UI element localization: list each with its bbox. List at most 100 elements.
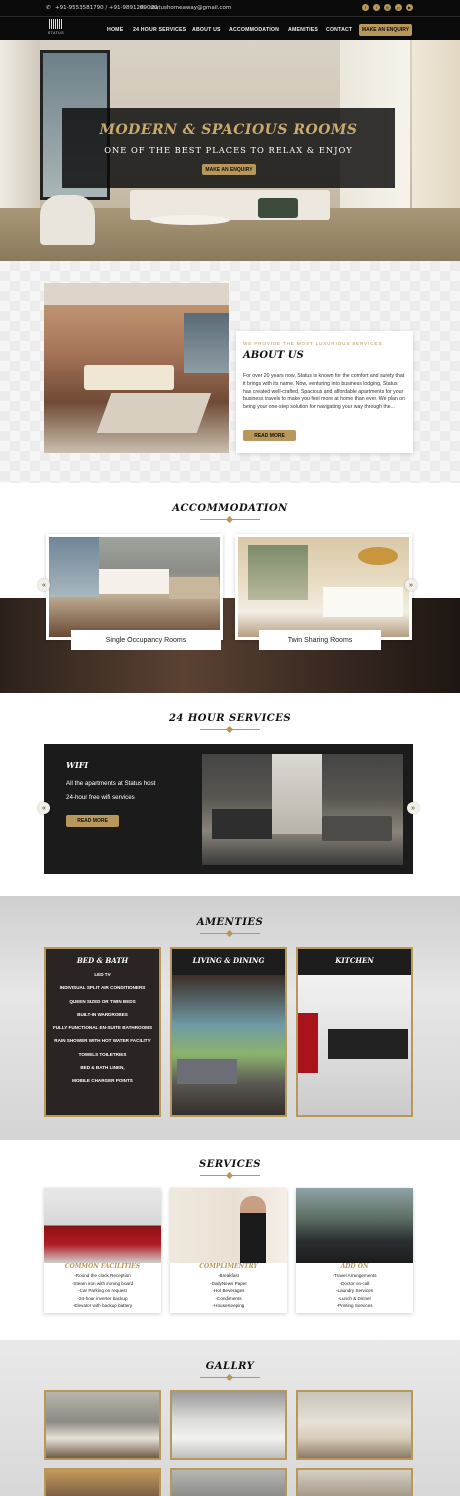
services24-prev-arrow-icon[interactable]: «: [38, 802, 50, 814]
housekeeper-figure: [240, 1196, 266, 1263]
nav-home[interactable]: HOME: [107, 27, 123, 33]
about-window: [184, 313, 229, 373]
service-item: -Printing Services: [336, 1303, 373, 1309]
room-bed: [99, 569, 169, 594]
hero-table: [150, 215, 230, 225]
hero-sofa: [130, 190, 330, 220]
pinterest-icon[interactable]: p: [395, 4, 402, 11]
logo-mark-icon: [49, 19, 63, 29]
service-item: -Laundry Services: [335, 1288, 374, 1294]
room-sofa: [169, 577, 219, 599]
accommodation-next-arrow-icon[interactable]: »: [405, 579, 417, 591]
room-caption-twin[interactable]: Twin Sharing Rooms: [259, 630, 381, 650]
services24-line-1: All the apartments at Status host: [66, 780, 156, 787]
nav-amenities[interactable]: AMENITIES: [288, 27, 318, 33]
about-sofa: [84, 365, 174, 390]
services24-slide-title: WIFI: [66, 760, 89, 770]
youtube-icon[interactable]: ▶: [406, 4, 413, 11]
amenity-item: FULLY FUNCTIONAL EN-SUITE BATHROOMS: [52, 1025, 153, 1031]
gallery-image-4[interactable]: [44, 1468, 161, 1496]
service-item: -Lunch & Dinner: [337, 1295, 372, 1301]
gallery-title: GALLRY: [205, 1361, 255, 1372]
header-enquiry-button[interactable]: MAKE AN ENQUIRY: [359, 24, 412, 36]
email-address[interactable]: statushomeaway@gmail.com: [150, 5, 231, 11]
service-list-addon: -Travel Arrangements -Doctor on-call -La…: [296, 1272, 413, 1310]
service-item: -24-hour inverter backup: [77, 1295, 128, 1301]
services-divider: [200, 1172, 260, 1178]
gallery-image-5[interactable]: [170, 1468, 287, 1496]
slide-tv-unit: [212, 809, 272, 839]
gallery-image-1[interactable]: [44, 1390, 161, 1460]
room-window: [49, 537, 99, 597]
services24-next-arrow-icon[interactable]: »: [407, 802, 419, 814]
services24-line-2: 24-hour free wifi services: [66, 794, 135, 801]
about-rug: [96, 393, 212, 433]
room-card-single[interactable]: [46, 534, 223, 640]
about-title: ABOUT US: [243, 350, 304, 361]
logo-text: STATUS: [47, 31, 65, 35]
service-item: -Travel Arrangements: [332, 1273, 377, 1278]
service-item: -Round the clock Reception: [74, 1273, 131, 1278]
site-header: ✆ +91-9553581790 / +91-9891209020 ✉ stat…: [0, 0, 460, 40]
gallery-divider: [200, 1374, 260, 1380]
services24-divider: [200, 726, 260, 732]
amenity-card-living-dining-title: LIVING & DINING: [192, 956, 265, 965]
amenity-item: BUILT-IN WARDROBES: [77, 1011, 128, 1017]
facebook-icon[interactable]: f: [362, 4, 369, 11]
amenity-item: TOWELS TOILETRIES: [78, 1051, 127, 1057]
slide-sofa: [322, 816, 392, 841]
accommodation-prev-arrow-icon[interactable]: «: [38, 579, 50, 591]
service-image-addon: [296, 1188, 413, 1263]
amenity-item: LED TV: [94, 972, 111, 977]
hero-armchair: [40, 195, 95, 245]
service-item: -Steam iron with ironing board: [71, 1280, 134, 1286]
about-image: [44, 283, 229, 453]
twitter-icon[interactable]: t: [373, 4, 380, 11]
about-eyebrow: WE PROVIDE THE MOST LUXURIOUS SERVICES.: [243, 341, 385, 346]
service-item: -Breakfast: [218, 1273, 239, 1278]
room-caption-single[interactable]: Single Occupancy Rooms: [71, 630, 221, 650]
nav-accommodation[interactable]: ACCOMMODATION: [229, 27, 279, 33]
room-window: [248, 545, 308, 600]
accommodation-title: ACCOMMODATION: [172, 503, 288, 514]
nav-about-us[interactable]: ABOUT US: [192, 27, 221, 33]
service-item: -Condiments: [215, 1295, 242, 1301]
gallery-image-6[interactable]: [296, 1468, 413, 1496]
services24-read-more-button[interactable]: READ MORE: [66, 815, 119, 827]
room-card-twin[interactable]: [235, 534, 412, 640]
amenity-card-kitchen-title: KITCHEN: [335, 956, 374, 965]
about-ceiling: [44, 283, 229, 305]
accommodation-divider: [200, 516, 260, 522]
logo[interactable]: STATUS: [46, 19, 66, 37]
service-item: -Doctor on-call: [339, 1280, 370, 1286]
service-list-complimentary: -Breakfast -DailyNews Paper -Hot Beverag…: [170, 1272, 287, 1310]
kitchen-counter: [328, 1029, 408, 1059]
kitchen-cabinet: [298, 1013, 318, 1073]
service-item: -Elevator with backup battery: [72, 1303, 133, 1309]
phone-icon: ✆: [46, 5, 51, 11]
amenities-title: AMENTIES: [196, 917, 264, 928]
room-bed: [323, 587, 403, 617]
amenity-card-bed-bath-title: BED & BATH: [76, 956, 129, 965]
hero-enquiry-button[interactable]: MAKE AN ENQUIRY: [202, 164, 256, 175]
hero-throw: [258, 198, 298, 218]
slide-window: [272, 754, 322, 834]
nav-contact[interactable]: CONTACT: [326, 27, 352, 33]
amenity-item: INDIVISUAL SPLIT AIR CONDITIONERS: [59, 985, 146, 991]
about-body: For over 20 years now, Status is known f…: [243, 373, 405, 411]
services24-title: 24 HOUR SERVICES: [168, 713, 292, 724]
services24-image: [202, 754, 403, 865]
service-item: -DailyNews Paper: [210, 1280, 247, 1286]
amenity-card-kitchen: [296, 947, 413, 1117]
about-read-more-button[interactable]: READ MORE: [243, 430, 296, 441]
nav-24-hour-services[interactable]: 24 HOUR SERVICES: [133, 27, 186, 33]
hero-title: MODERN & SPACIOUS ROOMS: [99, 122, 358, 138]
mail-icon: ✉: [140, 5, 145, 11]
social-icons: f t ◎ p ▶: [362, 4, 413, 11]
service-card-common-title: COMMON FACILITIES: [64, 1263, 141, 1270]
service-item: -Car Parking on request: [78, 1288, 127, 1294]
instagram-icon[interactable]: ◎: [384, 4, 391, 11]
gallery-image-3[interactable]: [296, 1390, 413, 1460]
service-item: -Hot Beverages: [212, 1288, 245, 1294]
gallery-image-2[interactable]: [170, 1390, 287, 1460]
